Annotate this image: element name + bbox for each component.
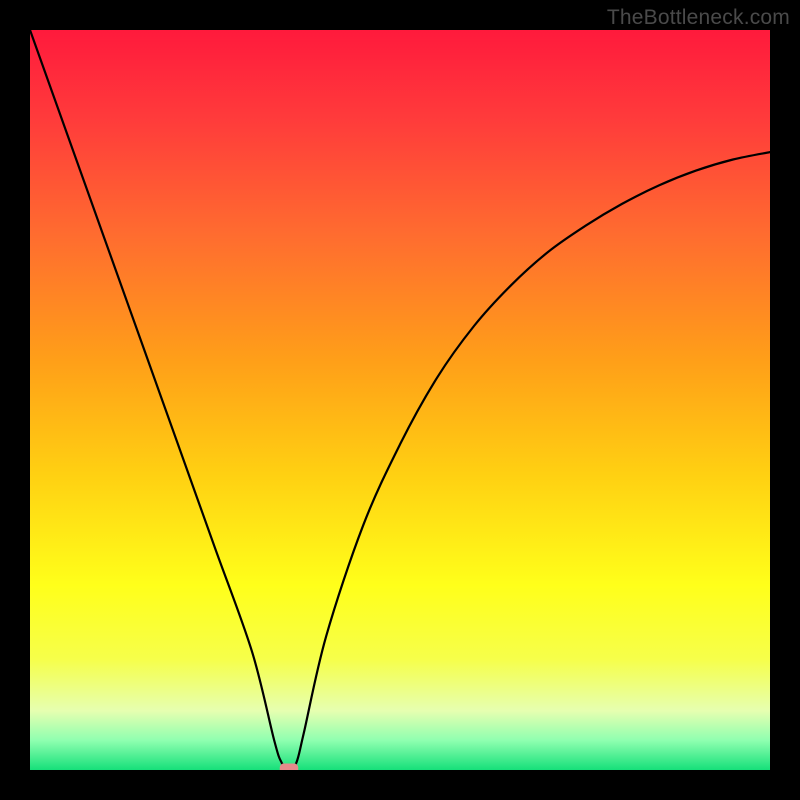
gradient-background xyxy=(30,30,770,770)
plot-area xyxy=(30,30,770,770)
optimal-point-marker xyxy=(280,764,299,770)
chart-frame: TheBottleneck.com xyxy=(0,0,800,800)
watermark-label: TheBottleneck.com xyxy=(607,6,790,30)
chart-svg xyxy=(30,30,770,770)
